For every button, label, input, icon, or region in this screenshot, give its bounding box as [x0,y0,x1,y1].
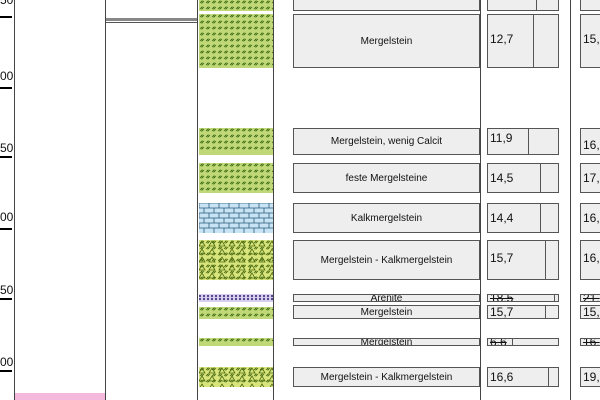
value-text: 14,4 [490,211,514,225]
value2-box: 16, [580,128,600,155]
litho-pattern [199,240,273,280]
column-divider [570,0,571,400]
litho-pattern [199,0,273,11]
value2-box: 21, [580,294,600,302]
litho-pattern [199,203,273,233]
column-divider [105,0,106,400]
value2-text: 16, [583,338,600,346]
layer-description: feste Mergelsteine [293,163,480,193]
layer-description-text: Mergelstein [360,306,413,318]
layer-description: Mergelstein - Kalkmergelstein [293,240,480,280]
value-box: 6,6 [487,338,559,346]
layer-description: Mergelstein [293,305,480,319]
value-box [487,0,559,11]
litho-layer-marl-lime-mix [199,367,273,387]
litho-pattern [199,294,273,302]
depth-label: 50 [0,141,14,155]
value2-box: 15, [580,14,600,68]
depth-tick [0,228,12,230]
depth-label: 00 [0,69,14,83]
litho-layer-marl [199,307,273,319]
value2-box: 17, [580,163,600,193]
value2-text: 17, [583,171,600,185]
litho-layer-lime-marl [199,203,273,233]
value2-text: 15, [583,305,600,319]
value-box: 11,9 [487,128,559,155]
layer-description-text: Mergelstein - Kalkmergelstein [320,371,453,383]
litho-layer-marl [199,338,273,346]
layer-description-text: Mergelstein [360,338,413,346]
layer-description: Mergelstein [293,338,480,346]
litho-layer-marl [199,0,273,11]
value2-box: 15, [580,305,600,319]
value2-text: 16, [583,138,600,152]
value2-text: 16, [583,251,600,265]
value-text: 15,7 [490,305,514,319]
value-text: 18,5 [490,294,514,302]
layer-description: Mergelstein [293,14,480,68]
value-text: 16,6 [490,370,514,384]
value2-text: 21, [583,294,600,302]
depth-tick [0,370,12,372]
value-box: 16,6 [487,367,559,387]
column-top-marker [106,22,197,23]
layer-description-text: feste Mergelsteine [345,172,428,184]
value2-box: 16, [580,338,600,346]
value-text: 14,5 [490,171,514,185]
litho-layer-marl [199,14,273,68]
depth-label: 50 [0,283,14,297]
layer-description: Mergelstein, wenig Calcit [293,128,480,155]
value-box: 15,7 [487,240,559,280]
layer-description: Mergelstein - Kalkmergelstein [293,367,480,387]
layer-description-text: Mergelstein, wenig Calcit [330,136,443,147]
column-top-marker [106,18,197,21]
depth-label: 00 [0,210,14,224]
value-text: 15,7 [490,251,514,265]
litho-layer-marl-lime-mix [199,240,273,280]
column-divider [480,0,481,400]
column-divider [273,0,274,400]
depth-axis-line [14,0,15,400]
value-box: 14,5 [487,163,559,193]
depth-label: 00 [0,355,14,369]
depth-tick [0,298,12,300]
column-divider [197,0,198,400]
litho-pattern [199,14,273,68]
layer-description [293,0,480,11]
value2-box [580,0,600,11]
litho-pattern [199,307,273,319]
layer-description-text: Mergelstein - Kalkmergelstein [320,254,453,266]
pink-layer [15,393,105,400]
value2-text: 19, [583,370,600,384]
value-box: 15,7 [487,305,559,319]
litho-layer-arenite [199,294,273,302]
value2-text: 15, [583,32,600,46]
depth-tick [0,87,12,89]
value2-box: 19, [580,367,600,387]
value-text: 11,9 [490,131,513,145]
depth-tick [0,16,12,18]
value2-text: 16, [583,211,600,225]
value-text: 6,6 [490,338,507,346]
layer-description-text: Arenite [370,294,403,302]
depth-tick [0,156,12,158]
value2-box: 16, [580,240,600,280]
layer-description: Arenite [293,294,480,302]
value-box: 18,5 [487,294,559,302]
litho-layer-marl [199,128,273,155]
layer-description: Kalkmergelstein [293,203,480,233]
litho-pattern [199,367,273,387]
litho-pattern [199,163,273,193]
layer-description-text: Kalkmergelstein [350,212,423,224]
litho-pattern [199,338,273,346]
layer-description-text: Mergelstein [360,35,413,47]
depth-label: 50 [0,0,14,7]
value2-box: 16, [580,203,600,233]
value-text: 12,7 [490,32,514,46]
litho-pattern [199,128,273,155]
value-box: 14,4 [487,203,559,233]
value-box: 12,7 [487,14,559,68]
litho-layer-marl [199,163,273,193]
